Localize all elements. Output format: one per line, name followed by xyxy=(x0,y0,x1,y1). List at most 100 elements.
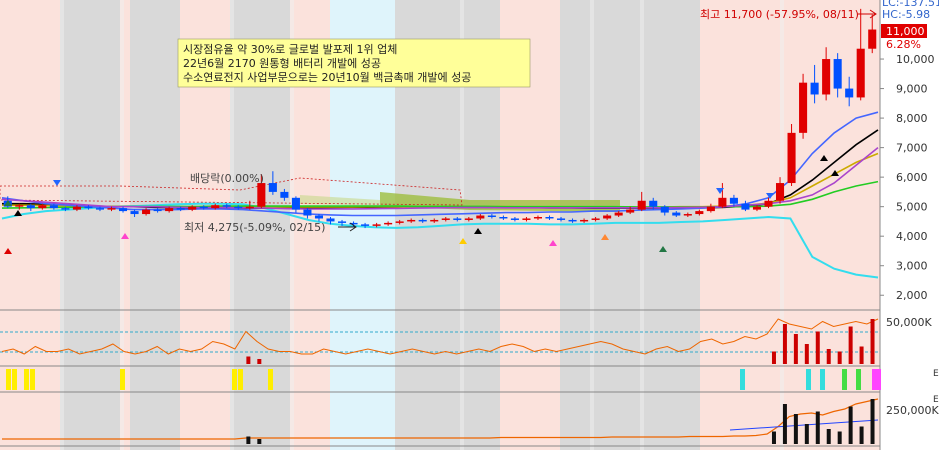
candle-body xyxy=(533,217,543,219)
obv-bar-72 xyxy=(793,414,798,444)
obv-axis-label: 250,000K xyxy=(886,404,939,417)
candle-body xyxy=(268,183,277,192)
candle-body xyxy=(95,208,105,210)
volume-bar-79 xyxy=(870,319,875,364)
candle-body xyxy=(453,218,462,220)
candle-body xyxy=(176,208,185,210)
stock-chart: 시장점유율 약 30%로 글로벌 발포제 1위 업체 22년6월 2170 원통… xyxy=(0,0,939,450)
price-tick-label-8: 2,000 xyxy=(896,289,928,302)
volume-bar-23 xyxy=(257,359,262,364)
hc-label: HC:-5.98 xyxy=(882,8,930,21)
strip-cell-0 xyxy=(6,369,11,390)
candle-body xyxy=(695,211,704,215)
candle-body xyxy=(568,219,577,222)
candle-body xyxy=(775,183,785,201)
candle-body xyxy=(845,88,854,98)
strip-cell-2 xyxy=(24,369,29,390)
candle-body xyxy=(649,200,658,207)
candle-body xyxy=(395,221,404,223)
candle-body xyxy=(868,29,877,49)
info-note-line-3: 수소연료전지 사업부문으로는 20년10월 백금촉매 개발에 성공 xyxy=(183,71,471,84)
candle-body xyxy=(787,132,796,184)
obv-bar-78 xyxy=(859,426,864,444)
candle-body xyxy=(361,224,370,226)
candle-body xyxy=(407,219,416,222)
low-price-label: 최저 4,275(-5.09%, 02/15) xyxy=(184,221,325,234)
candle-body xyxy=(441,218,450,220)
candle-body xyxy=(626,209,635,213)
candle-body xyxy=(84,206,93,209)
price-tick-label-2: 8,000 xyxy=(896,112,928,125)
candle-body xyxy=(130,211,139,215)
bg-band-3 xyxy=(130,0,180,450)
strip-cell-11 xyxy=(842,369,847,390)
bg-stripe-6 xyxy=(640,0,644,450)
strip-cell-6 xyxy=(238,369,243,390)
candle-body xyxy=(384,222,393,225)
candle-body xyxy=(118,208,128,212)
candle-body xyxy=(38,205,47,209)
candle-body xyxy=(245,206,254,209)
volume-bar-72 xyxy=(793,334,798,364)
candle-body xyxy=(291,197,300,210)
candle-body xyxy=(142,209,151,215)
candle-body xyxy=(165,208,174,212)
candle-body xyxy=(487,215,496,217)
price-tick-label-5: 5,000 xyxy=(896,201,928,214)
strip-marker-1: E xyxy=(933,369,939,379)
obv-bar-22 xyxy=(246,436,251,444)
candle-68 xyxy=(787,124,796,186)
price-tick-label-1: 9,000 xyxy=(896,83,928,96)
volume-bar-73 xyxy=(804,344,809,364)
candle-body xyxy=(580,219,589,222)
candle-body xyxy=(199,206,208,209)
current-price-label: 11,000 xyxy=(886,25,925,38)
bg-band-1 xyxy=(60,0,120,450)
info-note-line-2: 22년6월 2170 원통형 배터리 개발에 성공 xyxy=(183,57,381,70)
candle-body xyxy=(26,205,35,209)
strip-cell-3 xyxy=(30,369,35,390)
candle-body xyxy=(672,212,681,216)
obv-bar-75 xyxy=(826,429,831,444)
strip-cell-14 xyxy=(876,369,881,390)
candle-body xyxy=(464,218,473,220)
price-tick-label-7: 3,000 xyxy=(896,260,928,273)
candle-body xyxy=(257,183,266,207)
strip-cell-5 xyxy=(232,369,237,390)
candle-body xyxy=(510,218,519,220)
candle-body xyxy=(741,203,750,210)
candle-body xyxy=(15,205,24,207)
volume-bar-78 xyxy=(859,346,864,364)
obv-bar-70 xyxy=(771,431,776,444)
obv-bar-23 xyxy=(257,439,262,444)
bg-band-12 xyxy=(700,0,880,450)
dividend-label: 배당락(0.00%) xyxy=(190,172,264,185)
candle-body xyxy=(683,214,692,216)
candle-body xyxy=(418,219,427,222)
high-price-label: 최고 11,700 (-57.95%, 08/11) xyxy=(700,8,859,21)
candle-body xyxy=(856,48,865,98)
candle-body xyxy=(706,206,715,212)
volume-bar-76 xyxy=(837,351,842,364)
candle-body xyxy=(72,206,81,210)
volume-bar-22 xyxy=(246,356,251,364)
bg-stripe-7 xyxy=(780,0,784,450)
candle-body xyxy=(372,224,381,226)
candle-body xyxy=(822,59,831,95)
strip-cell-10 xyxy=(820,369,825,390)
volume-bar-74 xyxy=(815,331,820,364)
candle-body xyxy=(337,221,347,223)
bg-stripe-5 xyxy=(590,0,594,450)
info-note: 시장점유율 약 30%로 글로벌 발포제 1위 업체 22년6월 2170 원통… xyxy=(177,38,531,88)
volume-bar-75 xyxy=(826,349,831,364)
price-tick-label-6: 4,000 xyxy=(896,230,928,243)
candle-body xyxy=(188,206,197,210)
candle-body xyxy=(718,197,727,207)
obv-bar-79 xyxy=(870,399,875,444)
strip-cell-9 xyxy=(806,369,811,390)
info-note-line-1: 시장점유율 약 30%로 글로벌 발포제 1위 업체 xyxy=(183,42,397,56)
candle-body xyxy=(637,200,646,210)
obv-bar-71 xyxy=(782,404,787,444)
candle-body xyxy=(153,209,162,212)
candle-body xyxy=(660,206,669,213)
